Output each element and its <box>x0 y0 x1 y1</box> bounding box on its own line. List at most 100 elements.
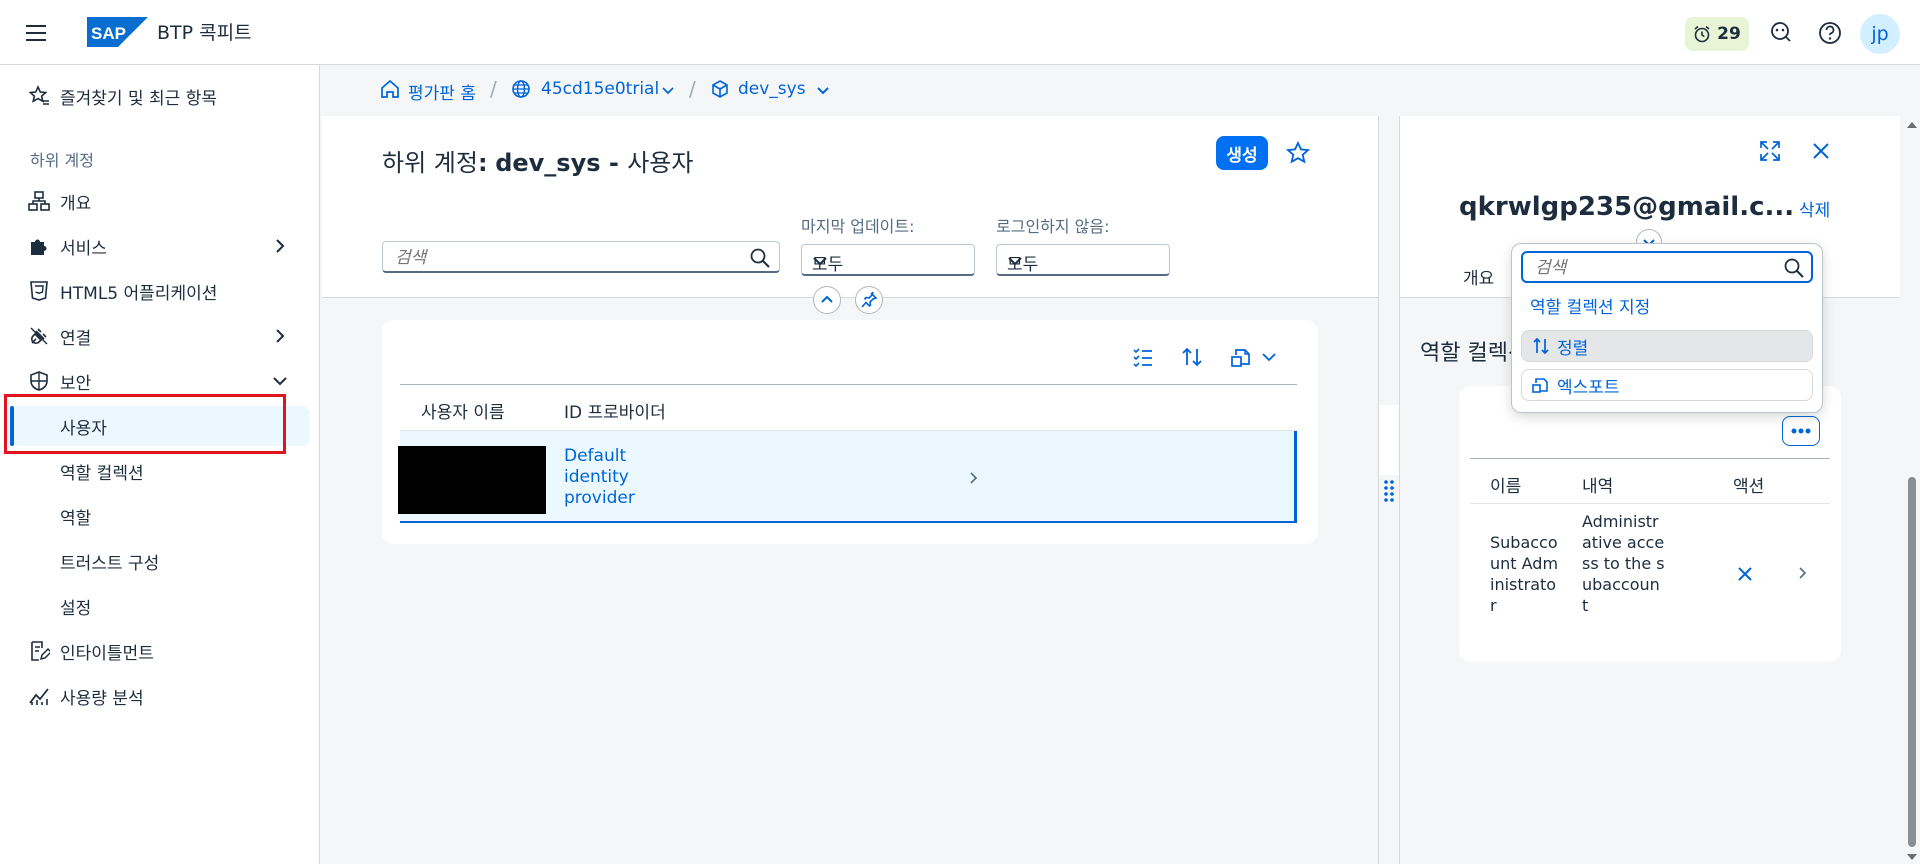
chevron-right-icon <box>270 326 290 346</box>
app-title: BTP 콕피트 <box>157 22 252 44</box>
rc-column-name[interactable]: 이름 <box>1490 472 1521 497</box>
filter-last-update-select[interactable]: 모두 <box>801 244 975 276</box>
line-chart-icon <box>28 685 50 707</box>
shield-icon <box>28 370 50 392</box>
puzzle-icon <box>28 235 50 257</box>
nav-group-label: 하위 계정 <box>30 151 94 170</box>
menu-item-label: 정렬 <box>1557 338 1589 359</box>
page-title: 하위 계정: dev_sys - 사용자 <box>382 143 693 178</box>
breadcrumb-subaccount[interactable]: dev_sys <box>738 79 806 99</box>
menu-item-label: 엑스포트 <box>1557 377 1620 398</box>
chevron-right-icon[interactable] <box>1796 566 1810 580</box>
scroll-down-icon <box>1907 854 1917 860</box>
nav-item-usage-analytics[interactable]: 사용량 분석 <box>0 676 320 716</box>
nav-item-connectivity[interactable]: 연결 <box>0 316 320 356</box>
nav-item-label: 연결 <box>60 328 92 349</box>
breadcrumb-home[interactable]: 평가판 홈 <box>408 79 476 104</box>
sort-icon[interactable] <box>1180 345 1204 369</box>
idp-link[interactable]: Default identity provider <box>564 446 644 509</box>
hamburger-menu-icon[interactable] <box>24 20 50 46</box>
nav-subitem-role-collections[interactable]: 역할 컬렉션 <box>0 451 320 491</box>
rc-column-description[interactable]: 내역 <box>1582 472 1613 497</box>
scrollbar-thumb[interactable] <box>1908 477 1916 847</box>
globe-icon <box>511 79 531 99</box>
trial-days-badge[interactable]: 29 <box>1685 17 1749 51</box>
pin-icon <box>861 291 878 308</box>
drag-handle-icon[interactable] <box>1383 478 1395 502</box>
tab-overview[interactable]: 개요 <box>1463 264 1494 289</box>
user-avatar[interactable]: jp <box>1860 14 1900 54</box>
more-actions-button[interactable] <box>1782 416 1820 446</box>
export-icon <box>1531 375 1551 395</box>
nav-item-overview[interactable]: 개요 <box>0 181 320 221</box>
multi-select-icon[interactable] <box>1131 345 1155 369</box>
feedback-icon[interactable] <box>1768 20 1794 46</box>
chevron-down-icon <box>812 253 828 269</box>
nav-item-label: 개요 <box>60 193 92 214</box>
nav-subitem-trust-configuration[interactable]: 트러스트 구성 <box>0 541 320 581</box>
close-icon[interactable] <box>1810 140 1832 162</box>
nav-favorites-label: 즐겨찾기 및 최근 항목 <box>60 88 217 109</box>
sort-icon <box>1531 336 1551 356</box>
favorite-star-icon[interactable] <box>1285 140 1311 166</box>
trial-days-count: 29 <box>1717 24 1741 44</box>
filter-not-logged-label: 로그인하지 않음: <box>996 217 1110 236</box>
nav-item-label: 사용량 분석 <box>60 688 144 709</box>
breadcrumb-separator: / <box>689 77 696 101</box>
nav-item-html5[interactable]: HTML5 어플리케이션 <box>0 271 320 311</box>
filter-last-update-label: 마지막 업데이트: <box>801 217 915 236</box>
page-title-prefix: 하위 계정 <box>382 149 478 177</box>
user-email-title: qkrwlgp235@gmail.c... <box>1459 192 1795 222</box>
nav-item-entitlements[interactable]: 인타이틀먼트 <box>0 631 320 671</box>
nav-item-label: 서비스 <box>60 238 107 259</box>
page-title-suffix: 사용자 <box>627 149 694 177</box>
sap-logo[interactable]: SAP <box>87 17 148 47</box>
nav-item-services[interactable]: 서비스 <box>0 226 320 266</box>
pin-header-button[interactable] <box>855 286 883 314</box>
menu-item-sort[interactable]: 정렬 <box>1521 330 1813 362</box>
nav-subitem-label: 역할 <box>60 508 92 529</box>
chevron-down-icon <box>1007 253 1023 269</box>
breadcrumb-account[interactable]: 45cd15e0trial <box>541 79 659 99</box>
rc-header-divider-top <box>1470 458 1830 459</box>
search-icon[interactable] <box>749 247 771 269</box>
chevron-down-icon[interactable] <box>1260 348 1278 366</box>
nav-subitem-roles[interactable]: 역할 <box>0 496 320 536</box>
hierarchy-icon <box>28 190 50 212</box>
menu-item-label: 역할 컬렉션 지정 <box>1530 297 1651 318</box>
search-icon[interactable] <box>1783 257 1805 279</box>
chevron-down-icon[interactable] <box>815 82 831 98</box>
create-button[interactable]: 생성 <box>1216 136 1268 170</box>
nav-item-label: HTML5 어플리케이션 <box>60 283 218 304</box>
fullscreen-icon[interactable] <box>1758 139 1782 163</box>
popover-search-field[interactable] <box>1521 251 1813 283</box>
nav-subitem-settings[interactable]: 설정 <box>0 586 320 626</box>
highlight-box <box>4 394 286 454</box>
export-icon[interactable] <box>1230 345 1254 369</box>
menu-item-export[interactable]: 엑스포트 <box>1521 369 1813 401</box>
chevron-down-icon[interactable] <box>660 82 676 98</box>
column-header-idp[interactable]: ID 프로바이더 <box>564 398 666 423</box>
rc-header-divider-bottom <box>1470 503 1830 504</box>
chevron-right-icon[interactable] <box>965 470 981 486</box>
chevron-down-icon <box>270 371 290 391</box>
nav-favorites[interactable]: 즐겨찾기 및 최근 항목 <box>0 76 320 116</box>
nav-subitem-label: 설정 <box>60 598 92 619</box>
rc-row-name: Subaccount Administrator <box>1490 533 1559 615</box>
nav-item-label: 인타이틀먼트 <box>60 643 154 664</box>
collapse-header-button[interactable] <box>813 286 841 314</box>
menu-item-assign-role-collection[interactable]: 역할 컬렉션 지정 <box>1521 289 1813 321</box>
filter-not-logged-select[interactable]: 모두 <box>996 244 1170 276</box>
remove-icon[interactable] <box>1736 565 1754 583</box>
popover-search-input[interactable] <box>1533 256 1773 280</box>
column-header-username[interactable]: 사용자 이름 <box>421 398 505 423</box>
nav-item-label: 보안 <box>60 373 92 394</box>
table-header-divider-top <box>400 384 1297 385</box>
help-icon[interactable] <box>1817 20 1843 46</box>
page-title-dash: - <box>600 149 628 177</box>
search-field[interactable] <box>382 241 780 273</box>
masked-username <box>398 446 546 514</box>
delete-button[interactable]: 삭제 <box>1799 196 1830 221</box>
rc-row-description: Administrative access to the subaccount <box>1582 512 1665 615</box>
search-input[interactable] <box>393 246 733 270</box>
